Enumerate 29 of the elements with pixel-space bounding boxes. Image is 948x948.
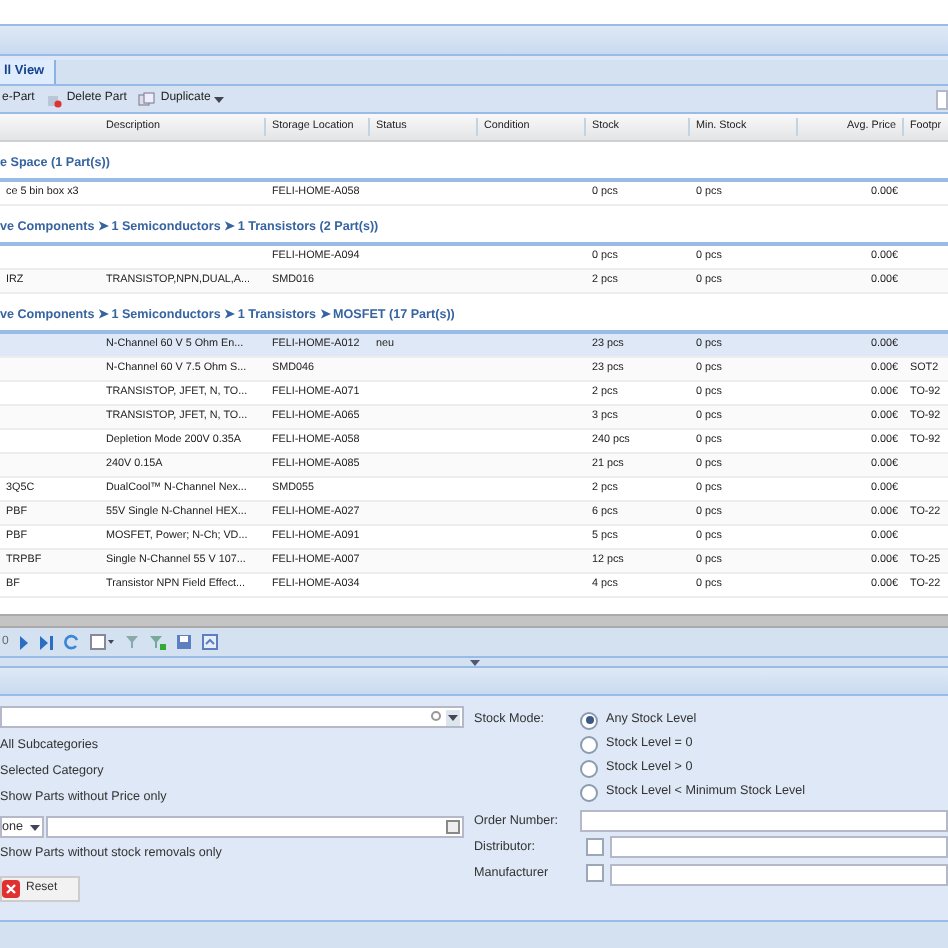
order-number-field[interactable]: [580, 810, 948, 832]
date-field[interactable]: [46, 816, 464, 838]
calendar-icon: [446, 820, 460, 834]
search-icon: [430, 710, 444, 724]
copy-icon: [138, 91, 157, 107]
dropdown-trigger[interactable]: [446, 709, 460, 725]
last-page-icon: [40, 635, 55, 649]
filter-icon: [124, 634, 141, 650]
distributor-field[interactable]: [610, 836, 948, 858]
close-icon: [2, 880, 20, 898]
checkbox[interactable]: [586, 838, 604, 856]
caret-icon: [30, 823, 40, 831]
save-icon: [176, 634, 193, 650]
export-icon: [202, 634, 219, 650]
funnel-plus-icon: [150, 634, 167, 650]
radio-button[interactable]: [580, 783, 598, 801]
refresh-icon: [64, 634, 81, 650]
radio-button[interactable]: [580, 735, 598, 753]
next-page-icon: [18, 635, 31, 649]
checkbox[interactable]: [586, 864, 604, 882]
caret-icon: [214, 95, 225, 103]
manufacturer-field[interactable]: [610, 864, 948, 886]
radio-button[interactable]: [580, 711, 598, 729]
trash-icon: [46, 91, 63, 107]
dropdown-icon: [90, 634, 115, 650]
caret-icon: [448, 713, 458, 721]
search-field[interactable]: [936, 90, 948, 110]
radio-button[interactable]: [580, 759, 598, 777]
scrollbar[interactable]: [0, 614, 948, 628]
